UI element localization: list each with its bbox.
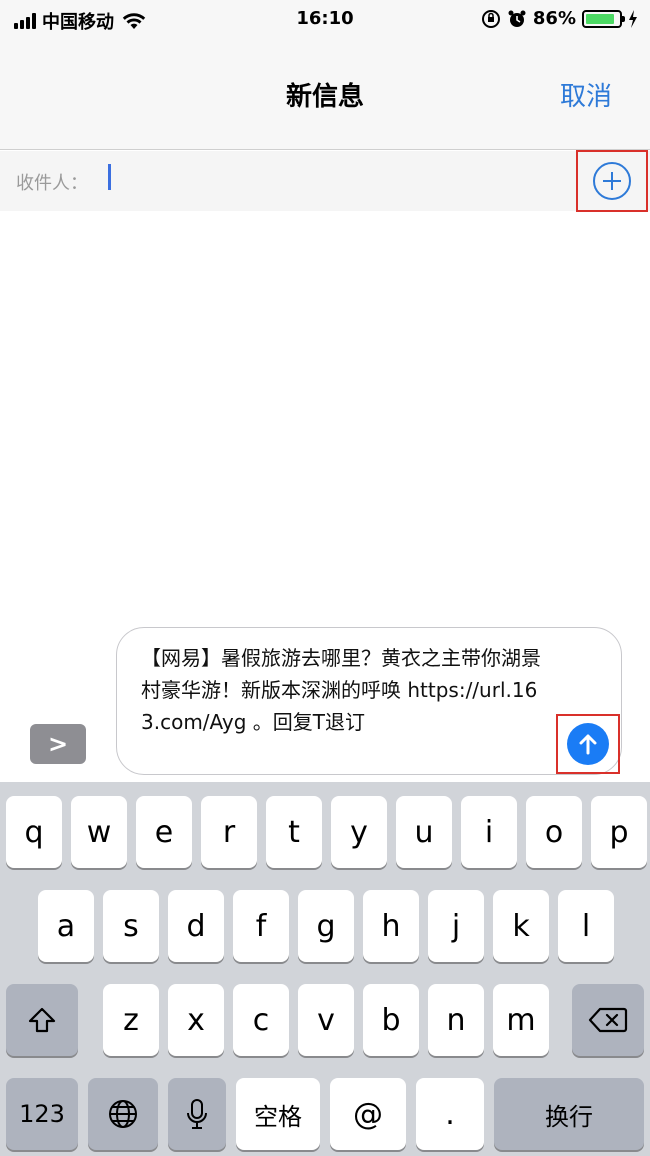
status-left: 中国移动 (14, 8, 146, 34)
wifi-icon (122, 13, 146, 29)
return-key-label: 换行 (545, 1102, 593, 1131)
key-b[interactable]: b (363, 984, 419, 1056)
recipient-input-cursor[interactable] (108, 164, 111, 190)
key-u[interactable]: u (396, 796, 452, 868)
key-f[interactable]: f (233, 890, 289, 962)
key-m[interactable]: m (493, 984, 549, 1056)
status-bar: 中国移动 16:10 86% (0, 0, 650, 40)
globe-icon (109, 1100, 137, 1128)
key-c[interactable]: c (233, 984, 289, 1056)
key-q[interactable]: q (6, 796, 62, 868)
send-button-highlight[interactable] (556, 714, 620, 774)
status-right: 86% (481, 8, 638, 29)
key-v[interactable]: v (298, 984, 354, 1056)
space-key-label: 空格 (254, 1102, 302, 1131)
battery-icon (582, 9, 625, 28)
key-t[interactable]: t (266, 796, 322, 868)
key-x[interactable]: x (168, 984, 224, 1056)
space-key[interactable]: 空格 (236, 1078, 320, 1150)
period-key[interactable]: . (416, 1078, 484, 1150)
key-s[interactable]: s (103, 890, 159, 962)
shift-key[interactable] (6, 984, 78, 1056)
recipient-row[interactable]: 收件人： (0, 151, 650, 211)
carrier-name: 中国移动 (42, 12, 114, 33)
alarm-icon (508, 10, 526, 27)
microphone-icon (187, 1099, 207, 1129)
orientation-lock-icon (481, 9, 500, 28)
page-title: 新信息 (285, 82, 364, 112)
signal-icon (14, 13, 36, 29)
delete-key[interactable] (572, 984, 644, 1056)
nav-bar: 新信息 取消 (0, 40, 650, 150)
key-e[interactable]: e (136, 796, 192, 868)
key-g[interactable]: g (298, 890, 354, 962)
battery-percent: 86% (532, 8, 576, 29)
key-z[interactable]: z (103, 984, 159, 1056)
key-h[interactable]: h (363, 890, 419, 962)
key-w[interactable]: w (71, 796, 127, 868)
message-input[interactable]: 【网易】暑假旅游去哪里？黄衣之主带你湖景村豪华游！新版本深渊的呼唤 https:… (116, 627, 622, 775)
key-n[interactable]: n (428, 984, 484, 1056)
expand-apps-button[interactable]: > (30, 724, 86, 764)
chevron-right-icon: > (47, 730, 69, 758)
key-a[interactable]: a (38, 890, 94, 962)
key-k[interactable]: k (493, 890, 549, 962)
recipient-label: 收件人： (16, 173, 88, 194)
battery-fill (586, 13, 614, 24)
key-i[interactable]: i (461, 796, 517, 868)
key-y[interactable]: y (331, 796, 387, 868)
backspace-icon (588, 1007, 628, 1033)
charging-icon (629, 9, 637, 28)
send-button[interactable] (567, 723, 609, 765)
key-j[interactable]: j (428, 890, 484, 962)
key-o[interactable]: o (526, 796, 582, 868)
key-r[interactable]: r (201, 796, 257, 868)
shift-icon (28, 1007, 56, 1033)
key-l[interactable]: l (558, 890, 614, 962)
globe-key[interactable] (88, 1078, 158, 1150)
keyboard: q w e r t y u i o p a s d f g h j k l z … (0, 782, 650, 1156)
key-d[interactable]: d (168, 890, 224, 962)
numbers-key[interactable]: 123 (6, 1078, 78, 1150)
plus-circle-icon (593, 162, 631, 200)
cancel-button[interactable]: 取消 (560, 76, 612, 113)
return-key[interactable]: 换行 (494, 1078, 644, 1150)
arrow-up-icon (579, 734, 597, 755)
dictation-key[interactable] (168, 1078, 226, 1150)
add-contact-button[interactable] (576, 150, 648, 212)
at-key[interactable]: @ (330, 1078, 406, 1150)
key-p[interactable]: p (591, 796, 647, 868)
numbers-key-label: 123 (19, 1100, 65, 1128)
message-text: 【网易】暑假旅游去哪里？黄衣之主带你湖景村豪华游！新版本深渊的呼唤 https:… (141, 646, 541, 734)
